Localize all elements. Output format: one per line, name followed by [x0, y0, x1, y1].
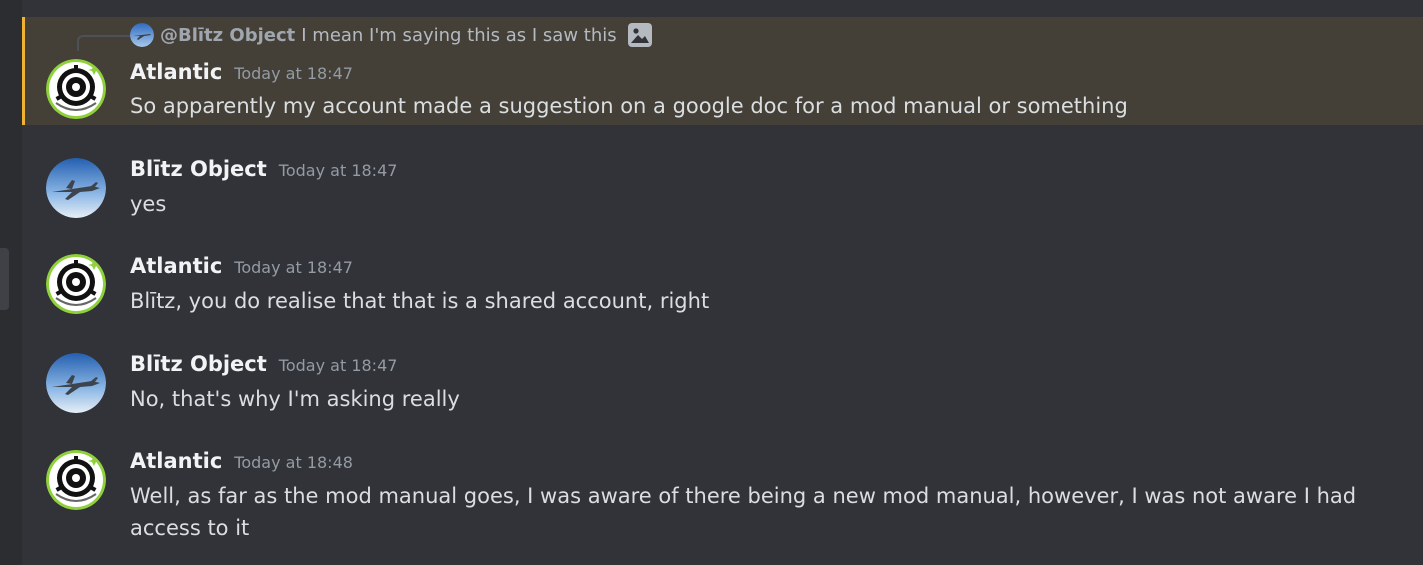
- message-header: Atlantic Today at 18:48: [130, 449, 353, 473]
- message-list: @Blītz Object I mean I'm saying this as …: [22, 0, 1423, 565]
- message-item[interactable]: Blītz Object Today at 18:47 No, that's w…: [22, 331, 1423, 426]
- message-item[interactable]: Blītz Object Today at 18:47 yes: [22, 138, 1423, 233]
- avatar[interactable]: [46, 158, 106, 218]
- message-content: No, that's why I'm asking really: [130, 387, 460, 411]
- reply-spine: [77, 35, 131, 51]
- timestamp[interactable]: Today at 18:47: [279, 356, 398, 375]
- message-content: yes: [130, 192, 167, 216]
- timestamp[interactable]: Today at 18:47: [234, 258, 353, 277]
- avatar[interactable]: [46, 59, 106, 119]
- author-name[interactable]: Blītz Object: [130, 157, 267, 181]
- reply-preview[interactable]: @Blītz Object I mean I'm saying this as …: [130, 22, 653, 48]
- reply-author[interactable]: @Blītz Object: [160, 25, 295, 46]
- message-header: Atlantic Today at 18:47: [130, 254, 353, 278]
- fighter-jet-icon: [46, 353, 106, 413]
- fighter-jet-icon: [130, 23, 154, 47]
- reply-avatar: [130, 23, 154, 47]
- reply-text[interactable]: I mean I'm saying this as I saw this: [301, 25, 616, 46]
- fighter-jet-icon: [46, 158, 106, 218]
- scp-logo-icon: [46, 59, 106, 119]
- author-name[interactable]: Atlantic: [130, 60, 222, 84]
- message-item[interactable]: Atlantic Today at 18:48 Well, as far as …: [22, 428, 1423, 565]
- scp-logo-icon: [46, 450, 106, 510]
- author-name[interactable]: Atlantic: [130, 449, 222, 473]
- scp-logo-icon: [46, 254, 106, 314]
- author-name[interactable]: Atlantic: [130, 254, 222, 278]
- message-header: Blītz Object Today at 18:47: [130, 352, 397, 376]
- timestamp[interactable]: Today at 18:47: [279, 161, 398, 180]
- message-item[interactable]: Atlantic Today at 18:47 Blītz, you do re…: [22, 233, 1423, 328]
- left-rail: [0, 0, 22, 565]
- message-header: Blītz Object Today at 18:47: [130, 157, 397, 181]
- message-content: So apparently my account made a suggesti…: [130, 94, 1128, 118]
- timestamp[interactable]: Today at 18:48: [234, 453, 353, 472]
- avatar[interactable]: [46, 353, 106, 413]
- avatar[interactable]: [46, 254, 106, 314]
- scrollbar-thumb[interactable]: [0, 248, 9, 310]
- message-content: Well, as far as the mod manual goes, I w…: [130, 484, 1357, 540]
- timestamp[interactable]: Today at 18:47: [234, 64, 353, 83]
- message-item[interactable]: @Blītz Object I mean I'm saying this as …: [22, 17, 1423, 125]
- author-name[interactable]: Blītz Object: [130, 352, 267, 376]
- image-icon: [627, 23, 652, 47]
- avatar[interactable]: [46, 450, 106, 510]
- message-header: Atlantic Today at 18:47: [130, 60, 353, 84]
- message-content: Blītz, you do realise that that is a sha…: [130, 289, 710, 313]
